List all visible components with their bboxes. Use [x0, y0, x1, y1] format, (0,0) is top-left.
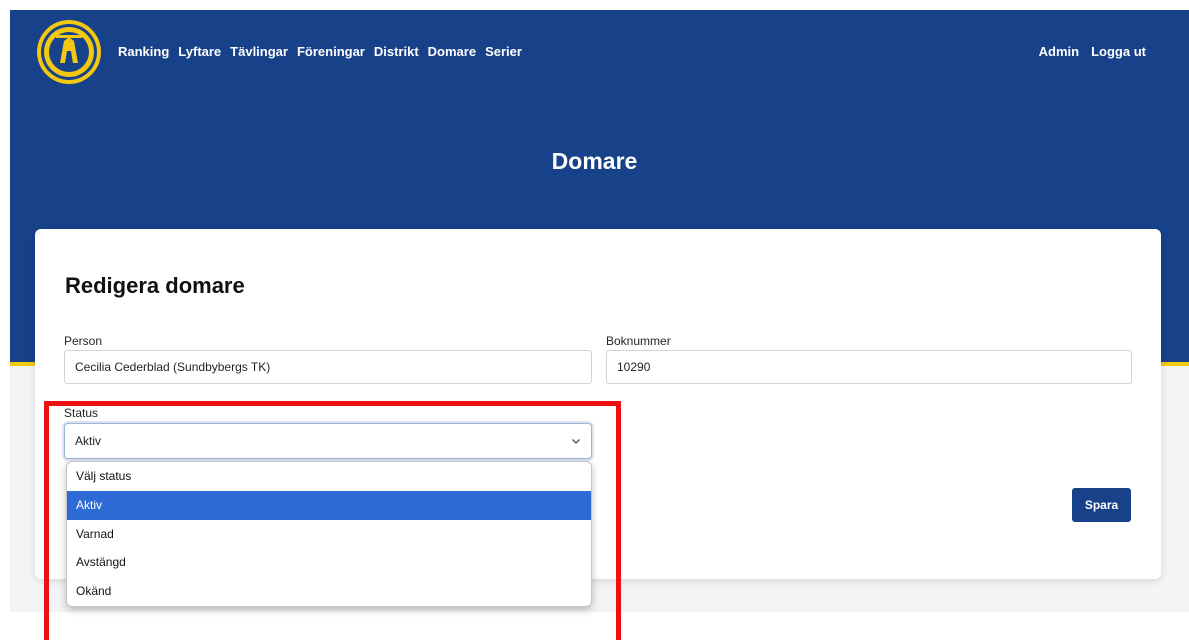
federation-logo[interactable] — [36, 19, 102, 85]
status-option-okand[interactable]: Okänd — [67, 577, 591, 606]
save-button[interactable]: Spara — [1072, 488, 1131, 522]
logout-link[interactable]: Logga ut — [1091, 44, 1146, 59]
status-select[interactable]: Aktiv — [64, 423, 592, 459]
nav-lyftare[interactable]: Lyftare — [178, 44, 221, 59]
main-nav: Ranking Lyftare Tävlingar Föreningar Dis… — [118, 44, 522, 59]
nav-ranking[interactable]: Ranking — [118, 44, 169, 59]
boknummer-field[interactable]: 10290 — [606, 350, 1132, 384]
form-title: Redigera domare — [65, 273, 245, 298]
person-field[interactable]: Cecilia Cederblad (Sundbybergs TK) — [64, 350, 592, 384]
status-select-value: Aktiv — [75, 434, 102, 448]
status-label: Status — [64, 406, 99, 420]
chevron-down-icon — [572, 439, 580, 444]
status-option-varnad[interactable]: Varnad — [67, 520, 591, 549]
nav-domare[interactable]: Domare — [428, 44, 476, 59]
person-label: Person — [64, 334, 103, 348]
status-dropdown-list: Välj status Aktiv Varnad Avstängd Okänd — [66, 461, 592, 607]
user-nav: Admin Logga ut — [1039, 44, 1146, 59]
status-option-valj-status[interactable]: Välj status — [67, 462, 591, 491]
nav-foreningar[interactable]: Föreningar — [297, 44, 365, 59]
page-title: Domare — [551, 148, 638, 174]
boknummer-label: Boknummer — [606, 334, 671, 348]
nav-tavlingar[interactable]: Tävlingar — [230, 44, 288, 59]
nav-serier[interactable]: Serier — [485, 44, 522, 59]
nav-admin[interactable]: Admin — [1039, 44, 1079, 59]
status-option-aktiv[interactable]: Aktiv — [67, 490, 591, 520]
status-option-avstangd[interactable]: Avstängd — [67, 548, 591, 577]
nav-distrikt[interactable]: Distrikt — [374, 44, 419, 59]
